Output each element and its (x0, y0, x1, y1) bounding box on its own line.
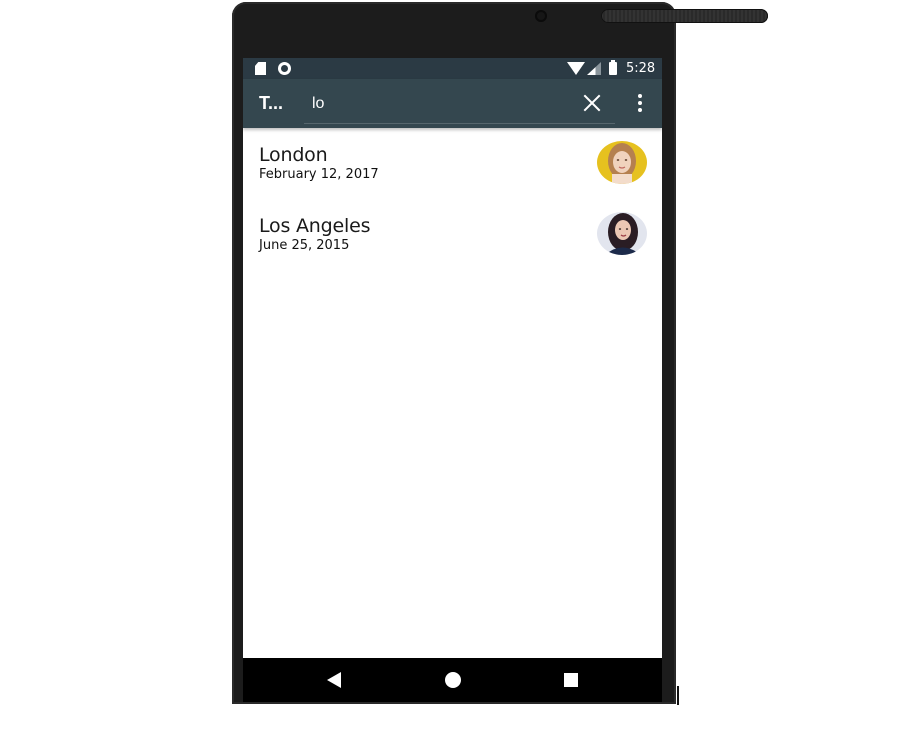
device-frame-stage: 5:28 T... London F (0, 0, 919, 729)
list-item-date: June 25, 2015 (259, 238, 350, 253)
list-item-london[interactable]: London February 12, 2017 (243, 128, 662, 199)
list-item-title: Los Angeles (259, 215, 371, 237)
toolbar-title: T... (259, 93, 284, 113)
list-item-title: London (259, 144, 328, 166)
more-vert-icon (638, 94, 642, 112)
bezel-edge (677, 686, 679, 705)
system-nav-bar (243, 658, 662, 702)
search-input[interactable] (304, 91, 572, 117)
status-bar: 5:28 (243, 58, 662, 79)
battery-icon (609, 60, 617, 75)
sd-card-icon (255, 62, 266, 75)
back-icon[interactable] (327, 672, 341, 688)
app-toolbar: T... (243, 79, 662, 128)
search-results-list: London February 12, 2017 Los Angeles Jun… (243, 128, 662, 270)
avatar (597, 141, 647, 184)
status-time: 5:28 (626, 61, 656, 76)
avatar (597, 212, 647, 255)
list-item-los-angeles[interactable]: Los Angeles June 25, 2015 (243, 199, 662, 270)
home-icon[interactable] (445, 672, 461, 688)
woman-portrait-avatar (597, 212, 647, 255)
search-field-container (304, 85, 615, 124)
close-icon (583, 94, 601, 112)
earpiece-speaker (601, 9, 768, 23)
list-item-date: February 12, 2017 (259, 167, 379, 182)
app-screen: 5:28 T... London F (243, 58, 662, 702)
clear-search-button[interactable] (580, 91, 604, 115)
overflow-menu-button[interactable] (632, 92, 648, 114)
cell-signal-icon (587, 62, 601, 75)
sync-circle-icon (278, 62, 291, 75)
woman-portrait-avatar (597, 141, 647, 184)
wifi-icon (567, 62, 585, 75)
front-camera (535, 10, 547, 22)
recents-icon[interactable] (564, 673, 578, 687)
